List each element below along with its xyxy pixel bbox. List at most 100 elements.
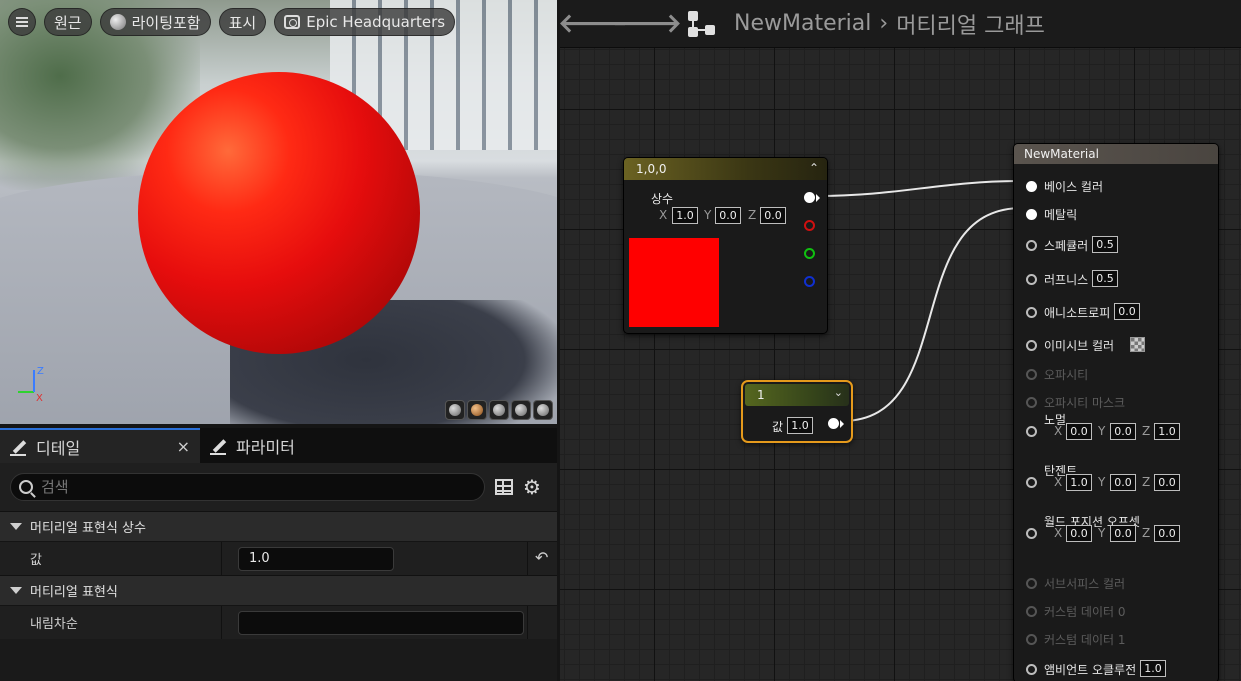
preview-plane-button[interactable]: [489, 400, 509, 420]
input-pin[interactable]: [1026, 426, 1037, 437]
environment-button[interactable]: Epic Headquarters: [274, 8, 456, 36]
back-button[interactable]: 🡐: [560, 6, 628, 42]
wire-basecolor: [815, 180, 1023, 197]
x-value[interactable]: 1.0: [672, 207, 698, 224]
pin-default-value[interactable]: 1.0: [1140, 660, 1166, 677]
gear-icon[interactable]: ⚙: [523, 477, 541, 497]
x-value[interactable]: 1.0: [1066, 474, 1092, 491]
chevron-down-icon: [10, 523, 22, 530]
constant-value[interactable]: 1.0: [787, 417, 813, 434]
z-value[interactable]: 0.0: [1154, 474, 1180, 491]
node-title: 1,0,0 ⌃: [624, 158, 827, 180]
lit-sphere-icon: [109, 14, 126, 30]
chevron-down-icon[interactable]: ⌄: [834, 386, 843, 399]
node-title-text: NewMaterial: [1024, 147, 1099, 161]
tab-details-label: 디테일: [36, 438, 81, 458]
preview-shape-toolbar: [445, 400, 553, 420]
y-value[interactable]: 0.0: [1110, 423, 1136, 440]
output-pin-r[interactable]: [804, 220, 815, 231]
search-input[interactable]: [41, 478, 441, 496]
z-value[interactable]: 0.0: [760, 207, 786, 224]
preview-sphere: [138, 72, 420, 354]
axis-y-label: Y: [1098, 424, 1106, 438]
constant3vector-node[interactable]: 1,0,0 ⌃ 상수 X 1.0 Y 0.0 Z 0.0: [623, 157, 828, 334]
input-pin[interactable]: [1026, 578, 1037, 589]
input-pin[interactable]: [1026, 664, 1037, 675]
z-value[interactable]: 1.0: [1154, 423, 1180, 440]
constant-node[interactable]: 1 ⌄ 값 1.0: [741, 380, 853, 443]
pin-default-value[interactable]: 0.0: [1114, 303, 1140, 320]
color-swatch[interactable]: [629, 238, 719, 327]
input-pin[interactable]: [1026, 181, 1037, 192]
chevron-down-icon: [10, 587, 22, 594]
material-result-node[interactable]: NewMaterial 베이스 컬러 메탈릭 스페큘러 0.5 러프니스 0.5 애니소트로…: [1013, 143, 1219, 681]
collapse-icon[interactable]: ⌃: [809, 161, 819, 175]
pin-default-value[interactable]: 0.5: [1092, 270, 1118, 287]
material-graph-editor[interactable]: 🡐 🡒 NewMaterial › 머티리얼 그래프 1,0,0 ⌃ 상수 X …: [560, 0, 1241, 681]
y-value[interactable]: 0.0: [715, 207, 741, 224]
pin-default-value[interactable]: 0.5: [1092, 236, 1118, 253]
property-label: 내림차순: [0, 606, 222, 639]
axis-z-label: Z: [1142, 526, 1151, 540]
value-input[interactable]: 1.0: [238, 546, 394, 571]
axis-z-label: Z: [748, 208, 757, 222]
color-picker-swatch[interactable]: [1130, 337, 1145, 352]
input-pin[interactable]: [1026, 209, 1037, 220]
category-material-expression[interactable]: 머티리얼 표현식: [0, 575, 557, 605]
show-label: 표시: [228, 13, 257, 32]
arrow-right-icon: 🡒: [612, 9, 682, 39]
preview-cylinder-button[interactable]: [445, 400, 465, 420]
input-pin[interactable]: [1026, 307, 1037, 318]
viewport-toolbar: 원근 라이팅포함 표시 Epic Headquarters: [8, 8, 456, 36]
input-pin[interactable]: [1026, 634, 1037, 645]
tab-details[interactable]: 디테일 ×: [0, 428, 200, 463]
material-graph-icon: [688, 10, 716, 37]
material-preview-viewport[interactable]: 원근 라이팅포함 표시 Epic Headquarters Z X: [0, 0, 557, 424]
input-pin[interactable]: [1026, 477, 1037, 488]
input-pin[interactable]: [1026, 606, 1037, 617]
y-value[interactable]: 0.0: [1110, 474, 1136, 491]
pin-label: 애니소트로피: [1044, 306, 1111, 320]
node-title-text: 1,0,0: [636, 162, 667, 176]
details-tabbar: 디테일 × 파라미터: [0, 428, 557, 463]
tab-parameters[interactable]: 파라미터: [200, 428, 305, 463]
breadcrumb-asset[interactable]: NewMaterial: [734, 11, 871, 36]
x-value[interactable]: 0.0: [1066, 525, 1092, 542]
z-value[interactable]: 0.0: [1154, 525, 1180, 542]
output-pin-rgb[interactable]: [804, 192, 815, 203]
y-value[interactable]: 0.0: [1110, 525, 1136, 542]
preview-cube-button[interactable]: [511, 400, 531, 420]
input-pin[interactable]: [1026, 369, 1037, 380]
output-pin[interactable]: [828, 418, 839, 429]
description-input[interactable]: [238, 610, 524, 635]
preview-sphere-button[interactable]: [467, 400, 487, 420]
table-view-icon[interactable]: [495, 479, 513, 495]
category-material-expression-constant[interactable]: 머티리얼 표현식 상수: [0, 511, 557, 541]
reset-to-default-icon[interactable]: ↶: [535, 550, 551, 566]
input-pin[interactable]: [1026, 240, 1037, 251]
x-value[interactable]: 0.0: [1066, 423, 1092, 440]
output-pin-g[interactable]: [804, 248, 815, 259]
lighting-mode-button[interactable]: 라이팅포함: [99, 8, 211, 36]
value-label: 값: [772, 420, 784, 434]
output-pin-b[interactable]: [804, 276, 815, 287]
pin-label: 이미시브 컬러: [1044, 339, 1115, 353]
forward-button[interactable]: 🡒: [612, 6, 682, 42]
category-title: 머티리얼 표현식 상수: [30, 521, 146, 536]
viewport-menu-button[interactable]: [8, 8, 36, 36]
pin-label: 커스텀 데이터 0: [1044, 605, 1126, 619]
input-pin[interactable]: [1026, 274, 1037, 285]
preview-custom-mesh-button[interactable]: [533, 400, 553, 420]
input-pin[interactable]: [1026, 528, 1037, 539]
input-pin[interactable]: [1026, 397, 1037, 408]
lighting-mode-label: 라이팅포함: [131, 13, 201, 32]
perspective-button[interactable]: 원근: [44, 8, 92, 36]
input-pin[interactable]: [1026, 340, 1037, 351]
node-title-text: 1: [757, 388, 765, 402]
show-button[interactable]: 표시: [218, 8, 267, 36]
pin-label: 러프니스: [1044, 273, 1089, 287]
pin-label: 스페큘러: [1044, 239, 1089, 253]
details-search-box[interactable]: [10, 473, 485, 501]
axis-gizmo: Z X: [18, 366, 44, 402]
close-icon[interactable]: ×: [177, 437, 190, 456]
